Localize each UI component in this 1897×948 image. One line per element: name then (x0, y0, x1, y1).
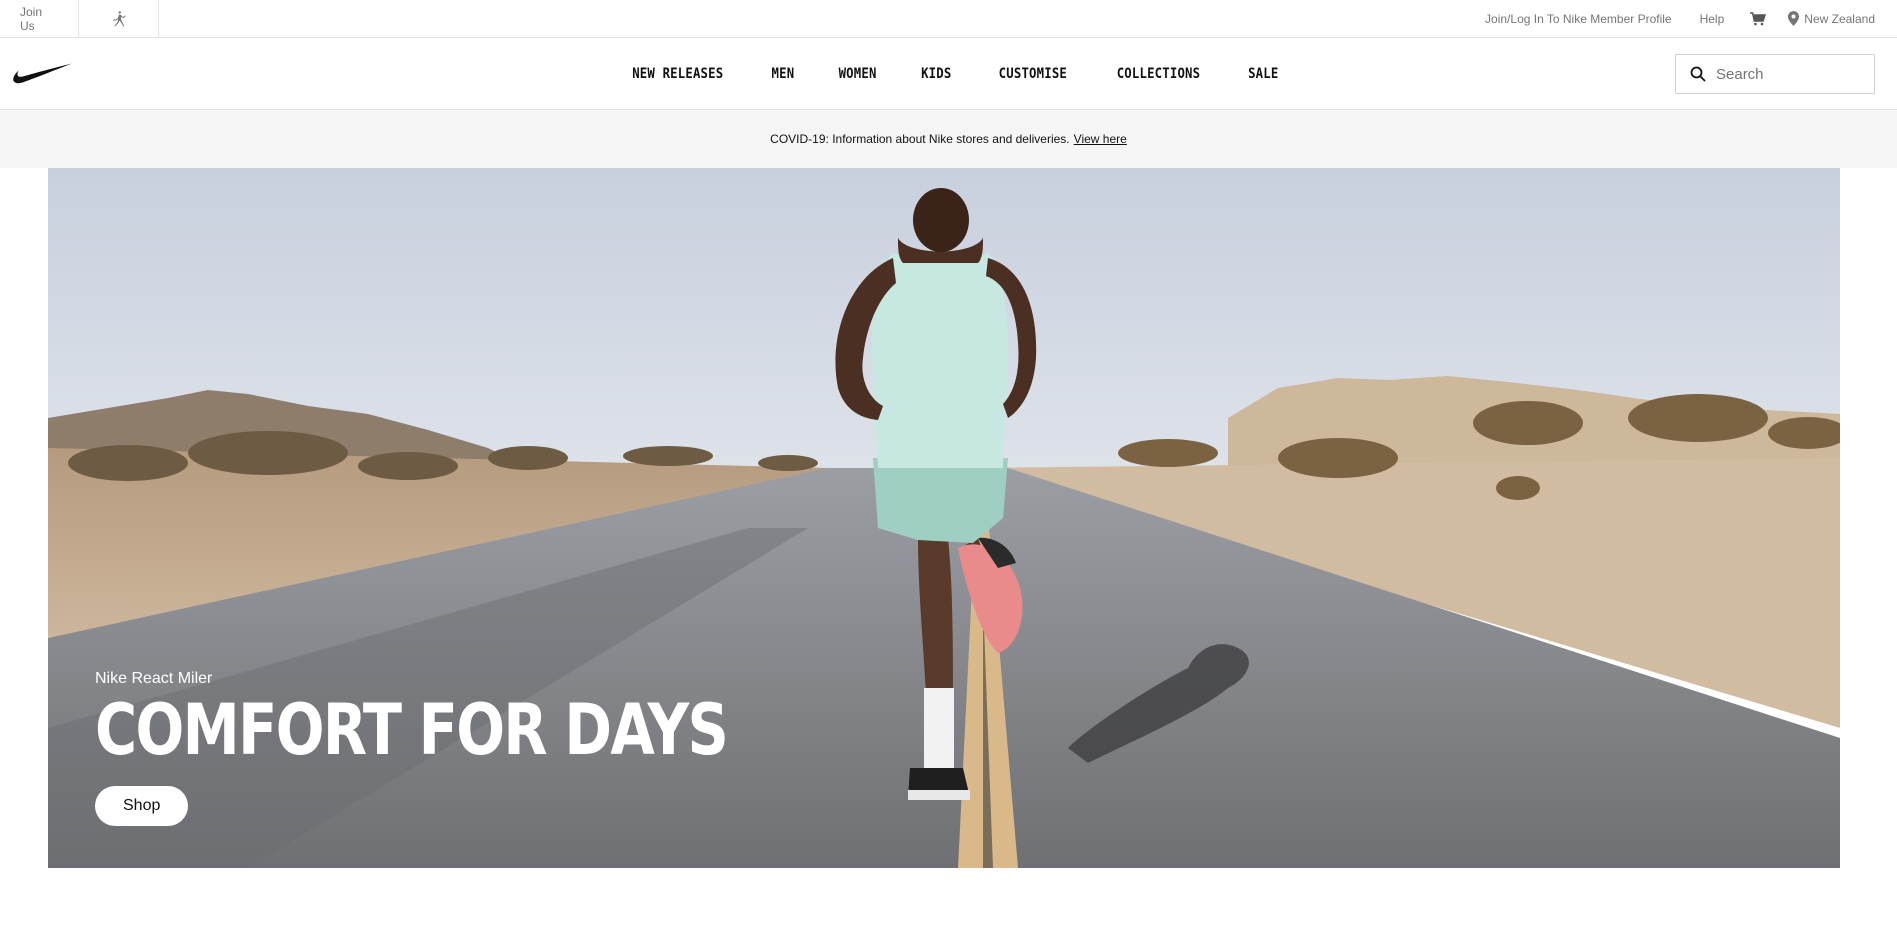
nav-collections[interactable]: COLLECTIONS (1099, 66, 1218, 82)
nav-men[interactable]: MEN (754, 66, 812, 82)
nav-new-releases[interactable]: NEW RELEASES (615, 66, 741, 82)
nav-links: NEW RELEASES MEN WOMEN KIDS CUSTOMISE CO… (0, 38, 1897, 110)
search-icon[interactable] (1690, 66, 1706, 82)
jordan-jumpman-icon[interactable] (79, 0, 159, 37)
shop-button[interactable]: Shop (95, 786, 189, 826)
covid-notice-banner: COVID-19: Information about Nike stores … (0, 110, 1897, 168)
utility-right: Join/Log In To Nike Member Profile Help … (1485, 0, 1875, 37)
hero-eyebrow: Nike React Miler (95, 670, 213, 687)
main-navigation: NEW RELEASES MEN WOMEN KIDS CUSTOMISE CO… (0, 38, 1897, 110)
search-input[interactable] (1716, 65, 1866, 83)
cart-icon[interactable] (1750, 11, 1767, 26)
nav-women[interactable]: WOMEN (821, 66, 894, 82)
hero-copy: Nike React Miler COMFORT FOR DAYS Shop (95, 670, 866, 826)
member-profile-link[interactable]: Join/Log In To Nike Member Profile (1485, 12, 1672, 26)
location-pin-icon (1788, 11, 1800, 26)
nav-sale[interactable]: SALE (1231, 66, 1297, 82)
search-box[interactable] (1675, 54, 1875, 94)
region-label: New Zealand (1804, 11, 1875, 26)
help-link[interactable]: Help (1700, 12, 1725, 26)
hero-banner[interactable]: Nike React Miler COMFORT FOR DAYS Shop (48, 168, 1840, 868)
hero-title: COMFORT FOR DAYS (95, 689, 729, 771)
utility-bar: Join Us Join/Log In To Nike Member Profi… (0, 0, 1897, 38)
region-selector[interactable]: New Zealand (1788, 11, 1875, 26)
notice-text: COVID-19: Information about Nike stores … (770, 132, 1070, 146)
nav-customise[interactable]: CUSTOMISE (981, 66, 1085, 82)
join-us-link[interactable]: Join Us (0, 0, 79, 37)
utility-left: Join Us (0, 0, 159, 37)
notice-view-here-link[interactable]: View here (1074, 132, 1127, 146)
nav-kids[interactable]: KIDS (903, 66, 969, 82)
